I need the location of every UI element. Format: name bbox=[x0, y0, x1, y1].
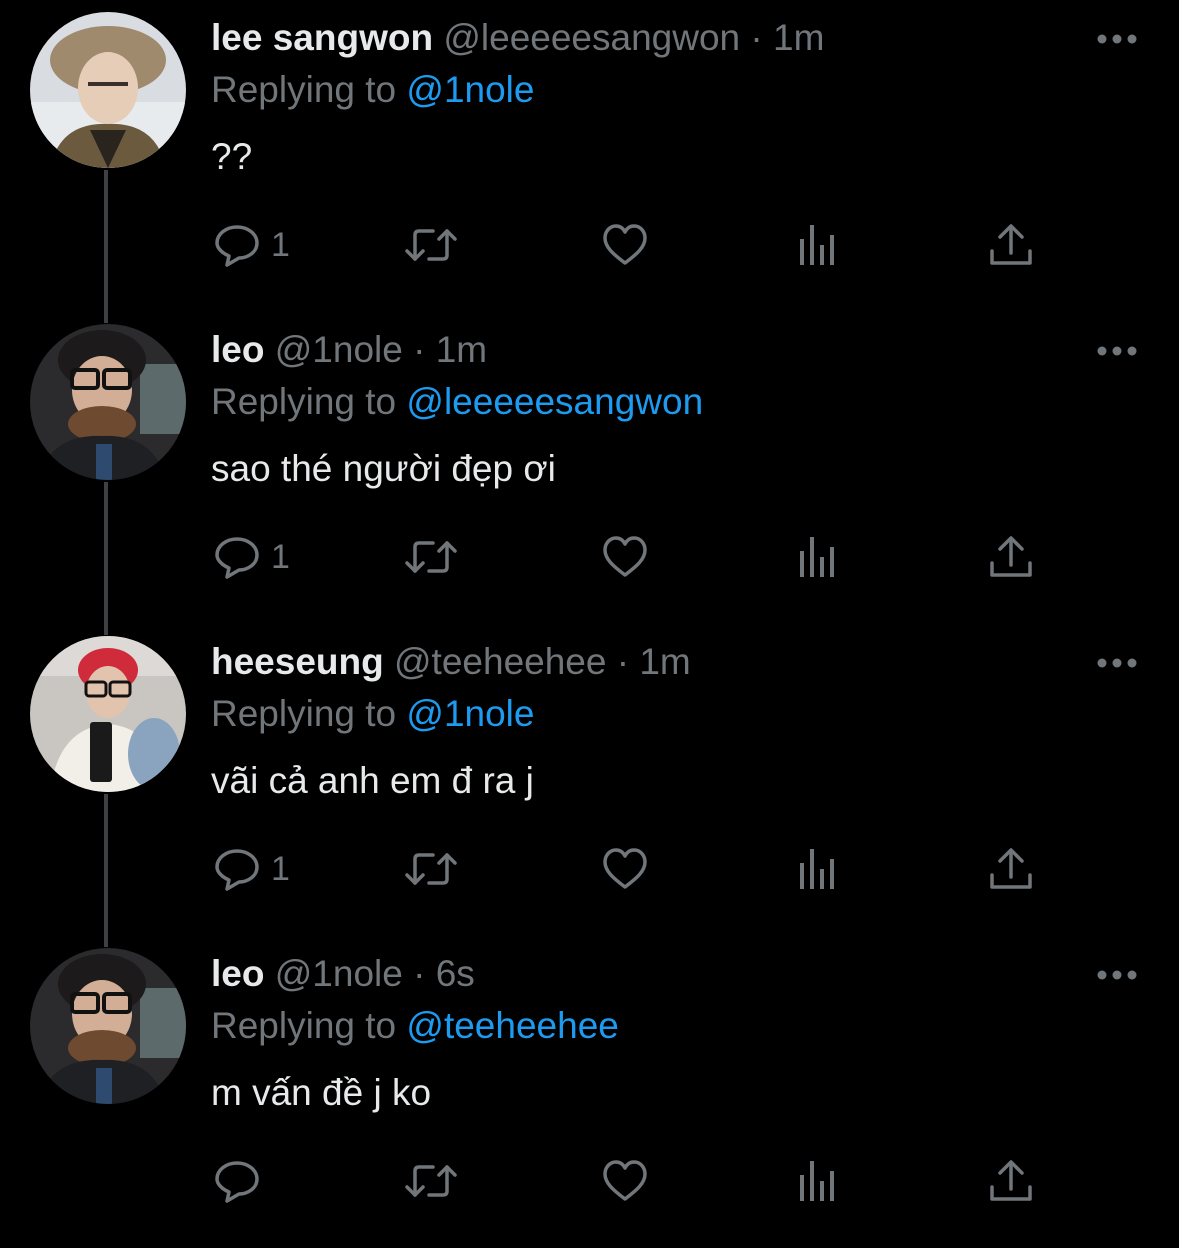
retweet-button[interactable] bbox=[403, 522, 459, 592]
separator-dot: · bbox=[750, 17, 763, 58]
share-upload-icon bbox=[990, 848, 1032, 889]
separator-dot: · bbox=[413, 329, 426, 370]
replying-prefix: Replying to bbox=[211, 693, 397, 734]
replying-to: Replying to @leeeeesangwon bbox=[211, 378, 703, 426]
reply-count: 1 bbox=[271, 849, 290, 888]
replying-prefix: Replying to bbox=[211, 381, 397, 422]
avatar-photo-fur-hat bbox=[30, 12, 186, 168]
reply-count: 1 bbox=[271, 225, 290, 264]
reply-button[interactable]: 1 bbox=[213, 834, 290, 904]
retweet-button[interactable] bbox=[403, 1146, 459, 1216]
heart-icon bbox=[603, 1160, 647, 1201]
separator-dot: · bbox=[616, 641, 630, 682]
avatar-photo-glasses bbox=[30, 324, 186, 480]
tweet-header: lee sangwon @leeeeesangwon · 1m bbox=[211, 14, 824, 62]
more-dots-icon[interactable] bbox=[1096, 334, 1138, 368]
reply-count: 1 bbox=[271, 537, 290, 576]
views-button[interactable] bbox=[796, 834, 842, 904]
tweet-header: leo @1nole · 1m bbox=[211, 326, 487, 374]
timestamp[interactable]: 1m bbox=[639, 641, 690, 682]
share-button[interactable] bbox=[988, 834, 1034, 904]
display-name[interactable]: leo bbox=[211, 953, 264, 994]
tweet-text: ?? bbox=[211, 136, 253, 177]
user-handle[interactable]: @leeeeesangwon bbox=[443, 17, 740, 58]
display-name[interactable]: lee sangwon bbox=[211, 17, 433, 58]
views-button[interactable] bbox=[796, 210, 842, 280]
tweet[interactable]: leo @1nole · 6s Replying to @teeheehee m… bbox=[0, 936, 1179, 1248]
mention-link[interactable]: @1nole bbox=[406, 693, 534, 734]
tweet-text: m vấn đề j ko bbox=[211, 1072, 432, 1113]
timestamp[interactable]: 6s bbox=[436, 953, 475, 994]
avatar-photo-glasses bbox=[30, 948, 186, 1104]
reply-bubble-icon bbox=[215, 225, 259, 267]
mention-link[interactable]: @leeeeesangwon bbox=[406, 381, 703, 422]
avatar[interactable] bbox=[30, 12, 186, 168]
tweet[interactable]: leo @1nole · 1m Replying to @leeeeesangw… bbox=[0, 312, 1179, 624]
more-dots-icon[interactable] bbox=[1096, 646, 1138, 680]
tweet-header: heeseung @teeheehee · 1m bbox=[211, 638, 691, 686]
tweet-header: leo @1nole · 6s bbox=[211, 950, 475, 998]
avatar[interactable] bbox=[30, 636, 186, 792]
share-button[interactable] bbox=[988, 522, 1034, 592]
reply-bubble-icon bbox=[215, 1161, 259, 1203]
views-button[interactable] bbox=[796, 522, 842, 592]
avatar[interactable] bbox=[30, 948, 186, 1104]
heart-icon bbox=[603, 848, 647, 889]
replying-prefix: Replying to bbox=[211, 1005, 397, 1046]
like-button[interactable] bbox=[601, 522, 649, 592]
tweet[interactable]: lee sangwon @leeeeesangwon · 1m Replying… bbox=[0, 0, 1179, 312]
display-name[interactable]: leo bbox=[211, 329, 264, 370]
analytics-bars-icon bbox=[800, 225, 834, 265]
retweet-icon bbox=[405, 541, 457, 573]
like-button[interactable] bbox=[601, 834, 649, 904]
share-button[interactable] bbox=[988, 1146, 1034, 1216]
share-upload-icon bbox=[990, 536, 1032, 577]
more-dots-icon[interactable] bbox=[1096, 22, 1138, 56]
heart-icon bbox=[603, 536, 647, 577]
reply-button[interactable]: 1 bbox=[213, 210, 290, 280]
more-dots-icon[interactable] bbox=[1096, 958, 1138, 992]
replying-to: Replying to @1nole bbox=[211, 690, 534, 738]
tweet-actions: 1 bbox=[0, 210, 1179, 280]
tweet-actions: 1 bbox=[0, 522, 1179, 592]
avatar[interactable] bbox=[30, 324, 186, 480]
retweet-icon bbox=[405, 229, 457, 261]
reply-button[interactable] bbox=[213, 1146, 271, 1216]
analytics-bars-icon bbox=[800, 849, 834, 889]
share-upload-icon bbox=[990, 1160, 1032, 1201]
tweet-text: vãi cả anh em đ ra j bbox=[211, 760, 534, 801]
tweet-text: sao thé người đẹp ơi bbox=[211, 448, 556, 489]
analytics-bars-icon bbox=[800, 1161, 834, 1201]
heart-icon bbox=[603, 224, 647, 265]
user-handle[interactable]: @1nole bbox=[275, 953, 403, 994]
share-upload-icon bbox=[990, 224, 1032, 265]
reply-bubble-icon bbox=[215, 849, 259, 891]
user-handle[interactable]: @teeheehee bbox=[394, 641, 606, 682]
retweet-button[interactable] bbox=[403, 210, 459, 280]
mention-link[interactable]: @teeheehee bbox=[406, 1005, 618, 1046]
avatar-photo-red-hair bbox=[30, 636, 186, 792]
separator-dot: · bbox=[413, 953, 426, 994]
reply-bubble-icon bbox=[215, 537, 259, 579]
user-handle[interactable]: @1nole bbox=[275, 329, 403, 370]
tweet[interactable]: heeseung @teeheehee · 1m Replying to @1n… bbox=[0, 624, 1179, 936]
like-button[interactable] bbox=[601, 210, 649, 280]
reply-button[interactable]: 1 bbox=[213, 522, 290, 592]
analytics-bars-icon bbox=[800, 537, 834, 577]
share-button[interactable] bbox=[988, 210, 1034, 280]
replying-to: Replying to @teeheehee bbox=[211, 1002, 619, 1050]
timestamp[interactable]: 1m bbox=[773, 17, 824, 58]
like-button[interactable] bbox=[601, 1146, 649, 1216]
replying-to: Replying to @1nole bbox=[211, 66, 534, 114]
mention-link[interactable]: @1nole bbox=[406, 69, 534, 110]
retweet-icon bbox=[405, 853, 457, 885]
tweet-actions bbox=[0, 1146, 1179, 1216]
display-name[interactable]: heeseung bbox=[211, 641, 384, 682]
timestamp[interactable]: 1m bbox=[436, 329, 487, 370]
replying-prefix: Replying to bbox=[211, 69, 397, 110]
views-button[interactable] bbox=[796, 1146, 842, 1216]
retweet-icon bbox=[405, 1165, 457, 1197]
retweet-button[interactable] bbox=[403, 834, 459, 904]
tweet-actions: 1 bbox=[0, 834, 1179, 904]
